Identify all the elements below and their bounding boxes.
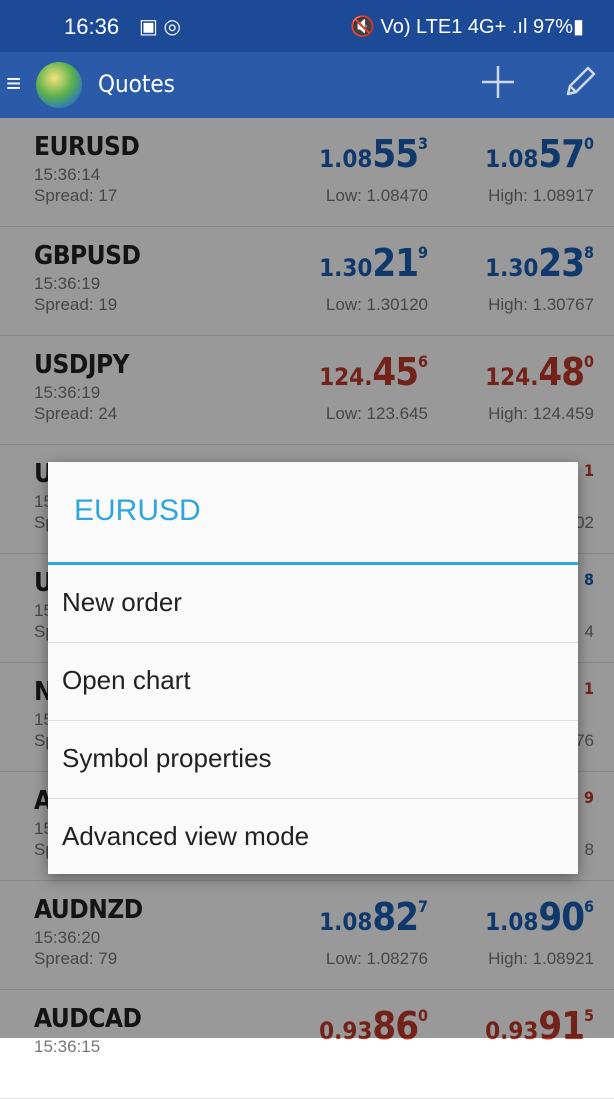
app-logo[interactable] <box>36 62 82 108</box>
add-icon[interactable] <box>478 62 518 102</box>
edit-icon[interactable] <box>560 62 600 102</box>
menu-item-open-chart[interactable]: Open chart <box>48 643 578 721</box>
menu-item-label: Advanced view mode <box>62 821 310 851</box>
menu-item-label: Symbol properties <box>62 743 272 773</box>
status-time: 16:36 <box>64 14 120 39</box>
menu-icon[interactable]: ≡ <box>6 69 24 99</box>
symbol-context-menu: EURUSD New order Open chart Symbol prope… <box>48 462 578 874</box>
app-bar: ≡ Quotes <box>0 52 614 118</box>
menu-item-symbol-properties[interactable]: Symbol properties <box>48 721 578 799</box>
notification-icons: ▣ ◎ <box>139 16 181 38</box>
menu-item-label: Open chart <box>62 665 191 695</box>
status-right-icons: 🔇 Vo) LTE1 4G+ .ıl 97%▮ <box>350 16 584 38</box>
status-bar: 16:36 ▣ ◎ 🔇 Vo) LTE1 4G+ .ıl 97%▮ <box>0 0 614 52</box>
menu-item-label: New order <box>62 587 182 617</box>
page-title: Quotes <box>98 70 175 98</box>
menu-item-advanced-view-mode[interactable]: Advanced view mode <box>48 799 578 876</box>
dialog-title: EURUSD <box>74 494 201 527</box>
quote-time: 15:36:15 <box>34 1037 101 1056</box>
menu-item-new-order[interactable]: New order <box>48 565 578 643</box>
